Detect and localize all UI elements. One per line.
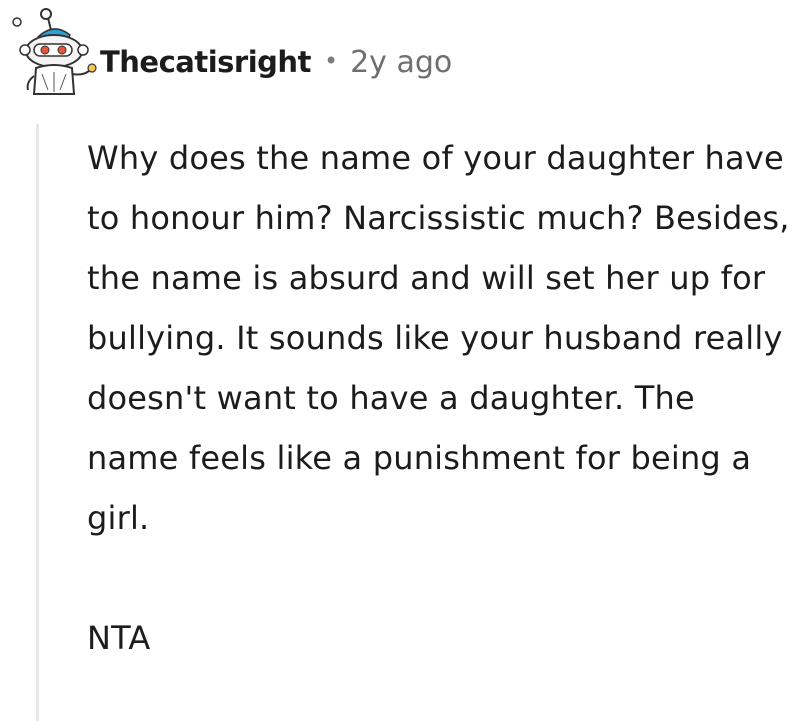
comment-meta: Thecatisright • 2y ago — [100, 40, 452, 84]
comment-body: Why does the name of your daughter have … — [87, 128, 792, 668]
comment-timestamp[interactable]: 2y ago — [350, 45, 452, 80]
comment: Thecatisright • 2y ago Why does the name… — [0, 0, 801, 721]
thread-collapse-line[interactable] — [36, 124, 39, 721]
comment-paragraph-verdict: NTA — [87, 619, 151, 657]
comment-paragraph: Why does the name of your daughter have … — [87, 139, 790, 537]
username-link[interactable]: Thecatisright — [100, 45, 311, 79]
meta-separator: • — [323, 47, 339, 75]
reddit-snoo-avatar-icon[interactable] — [8, 4, 100, 100]
